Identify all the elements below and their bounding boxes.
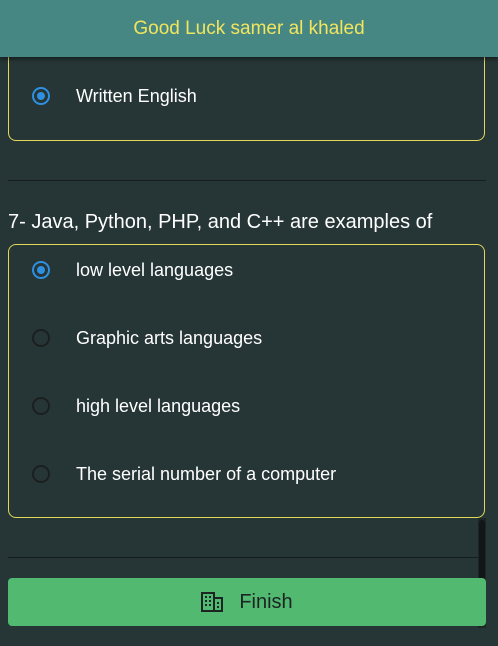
- calculator-icon: [201, 592, 224, 612]
- option-label: Graphic arts languages: [76, 327, 263, 348]
- option-label: Written English: [76, 85, 197, 106]
- radio-button[interactable]: [32, 465, 50, 483]
- page-title: Good Luck samer al khaled: [133, 17, 365, 39]
- option-serial-number[interactable]: The serial number of a computer: [9, 454, 484, 494]
- option-label: high level languages: [76, 395, 241, 416]
- radio-button-selected[interactable]: [32, 87, 50, 105]
- radio-button[interactable]: [32, 397, 50, 415]
- option-low-level-languages[interactable]: low level languages: [9, 250, 484, 290]
- option-high-level-languages[interactable]: high level languages: [9, 386, 484, 426]
- option-label: The serial number of a computer: [76, 463, 337, 484]
- option-written-english[interactable]: Written English: [9, 76, 484, 116]
- question-text: 7- Java, Python, PHP, and C++ are exampl…: [8, 211, 433, 233]
- finish-button[interactable]: Finish: [8, 578, 486, 626]
- radio-button-selected[interactable]: [32, 261, 50, 279]
- question-options: low level languages Graphic arts languag…: [8, 244, 485, 518]
- option-label: low level languages: [76, 259, 234, 280]
- option-graphic-arts-languages[interactable]: Graphic arts languages: [9, 318, 484, 358]
- header-bar: Good Luck samer al khaled: [0, 0, 498, 57]
- finish-label: Finish: [239, 590, 293, 613]
- question-divider: [8, 557, 486, 558]
- question-divider: [8, 180, 486, 181]
- radio-button[interactable]: [32, 329, 50, 347]
